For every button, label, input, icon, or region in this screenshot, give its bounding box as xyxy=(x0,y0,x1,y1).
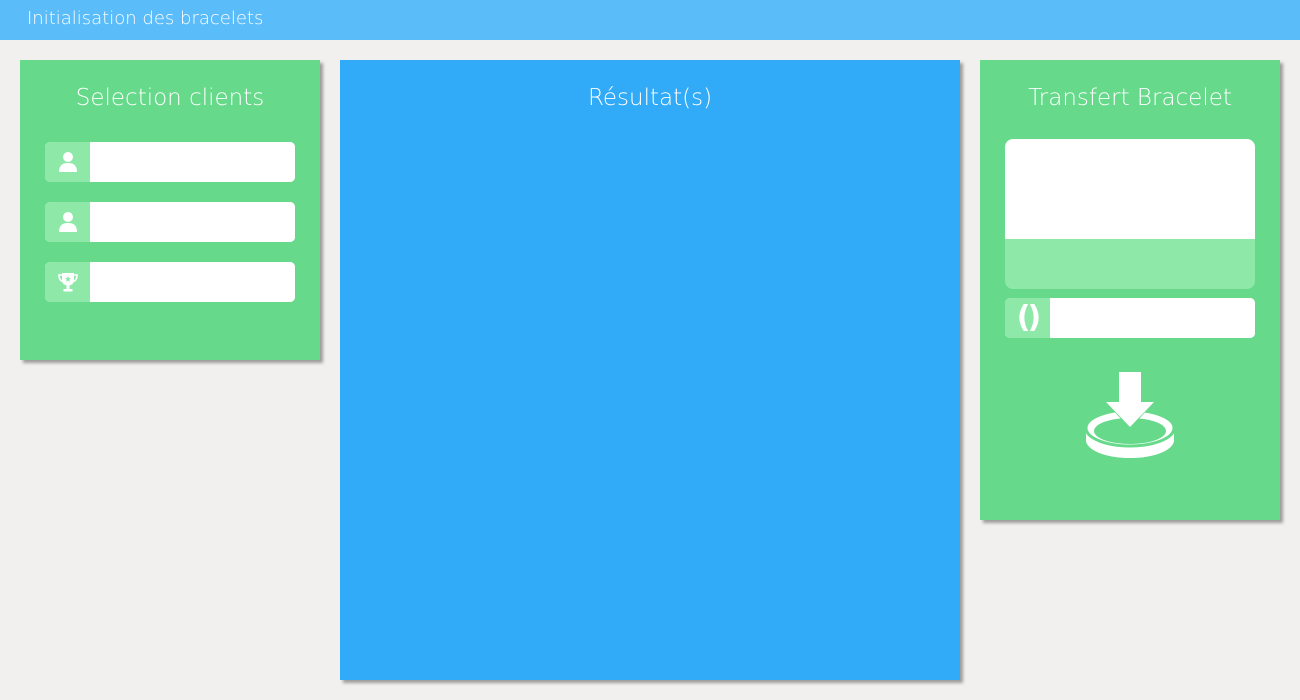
selection-clients-title: Selection clients xyxy=(75,85,265,111)
client-input-2[interactable] xyxy=(90,202,295,242)
bracelet-icon: () xyxy=(1005,298,1050,338)
selection-clients-panel: Selection clients xyxy=(20,60,320,360)
bracelet-field: () xyxy=(1005,298,1255,338)
results-panel: Résultat(s) xyxy=(340,60,960,680)
transfert-bracelet-panel: Transfert Bracelet () xyxy=(980,60,1280,520)
bracelet-input[interactable] xyxy=(1050,298,1255,338)
client-field-1 xyxy=(45,142,295,182)
bracelet-info-area xyxy=(1005,139,1255,239)
trophy-input[interactable] xyxy=(90,262,295,302)
trophy-field xyxy=(45,262,295,302)
bracelet-icon-glyph: () xyxy=(1016,300,1041,335)
trophy-icon xyxy=(45,262,90,302)
user-icon xyxy=(45,202,90,242)
app-title: Initialisation des bracelets xyxy=(27,8,264,29)
app-title-bar: Initialisation des bracelets xyxy=(0,0,1300,40)
download-to-bracelet-button[interactable] xyxy=(1084,372,1176,462)
results-title: Résultat(s) xyxy=(587,85,713,111)
bracelet-info-footer xyxy=(1005,239,1255,289)
client-field-2 xyxy=(45,202,295,242)
bracelet-info-card xyxy=(1005,139,1255,289)
transfert-bracelet-title: Transfert Bracelet xyxy=(1028,85,1232,111)
user-icon xyxy=(45,142,90,182)
client-input-1[interactable] xyxy=(90,142,295,182)
download-to-bracelet-icon xyxy=(1084,372,1176,458)
